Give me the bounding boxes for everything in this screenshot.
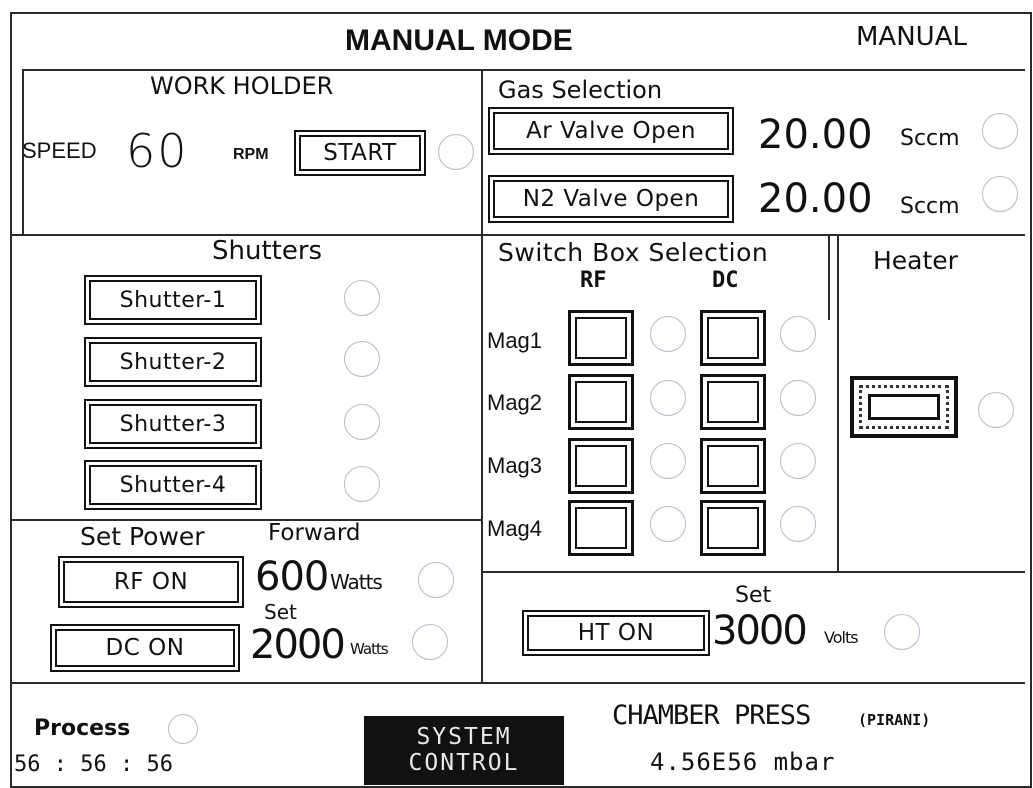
forward-label: Forward — [268, 520, 361, 546]
work-holder-title: WORK HOLDER — [150, 72, 334, 100]
speed-value: 60 — [126, 124, 189, 178]
ht-on-label: HT ON — [527, 615, 705, 651]
switch-box-title: Switch Box Selection — [498, 238, 769, 267]
mag-1-dc-indicator — [780, 316, 816, 352]
rf-on-label: RF ON — [63, 561, 239, 603]
start-indicator — [438, 134, 474, 170]
set-label: Set — [264, 600, 297, 624]
heater-indicator — [978, 392, 1014, 428]
set-power-title: Set Power — [80, 522, 205, 551]
ar-flow-value: 20.00 — [758, 112, 873, 158]
start-button[interactable]: START — [294, 130, 426, 176]
mag-2-label: Mag2 — [487, 390, 543, 415]
shutter-1-indicator — [344, 280, 380, 316]
ar-valve-label: Ar Valve Open — [493, 112, 729, 150]
rf-column-label: RF — [580, 268, 607, 293]
rf-on-button[interactable]: RF ON — [58, 556, 244, 608]
chamber-press-label: CHAMBER PRESS — [612, 700, 811, 731]
mag-1-rf-toggle[interactable] — [568, 310, 634, 366]
mag-4-rf-indicator — [650, 506, 686, 542]
shutter-4-label: Shutter-4 — [89, 465, 257, 505]
ht-on-button[interactable]: HT ON — [522, 610, 710, 656]
chamber-press-sub: (PIRANI) — [858, 711, 931, 729]
start-button-label: START — [299, 135, 421, 171]
n2-valve-label: N2 Valve Open — [493, 180, 729, 218]
mag-4-label: Mag4 — [487, 516, 543, 541]
ht-set-label: Set — [735, 583, 772, 608]
n2-valve-button[interactable]: N2 Valve Open — [488, 175, 734, 223]
mag-2-rf-toggle[interactable] — [568, 374, 634, 430]
process-label: Process — [34, 716, 131, 741]
shutter-1-label: Shutter-1 — [89, 280, 257, 320]
process-indicator — [168, 714, 198, 744]
divider — [482, 571, 1025, 573]
divider — [12, 519, 482, 521]
dc-on-label: DC ON — [55, 629, 235, 667]
dc-power-unit: Watts — [350, 640, 389, 658]
shutter-3-indicator — [344, 404, 380, 440]
divider — [481, 69, 483, 683]
divider — [837, 234, 839, 572]
mag-4-rf-toggle[interactable] — [568, 500, 634, 556]
ht-voltage-unit: Volts — [824, 628, 859, 647]
shutters-title: Shutters — [212, 236, 323, 266]
rf-power-value: 600 — [255, 554, 329, 600]
shutter-2-indicator — [344, 341, 380, 377]
n2-flow-unit: Sccm — [900, 194, 960, 219]
mag-2-rf-indicator — [650, 380, 686, 416]
chamber-press-value: 4.56E56 mbar — [650, 748, 836, 776]
mag-3-dc-toggle[interactable] — [700, 438, 766, 494]
mag-1-rf-indicator — [650, 316, 686, 352]
ht-voltage-value: 3000 — [712, 608, 808, 654]
mag-2-dc-toggle[interactable] — [700, 374, 766, 430]
page-title: MANUAL MODE — [345, 24, 573, 57]
system-control-line1: SYSTEM — [416, 724, 512, 750]
ar-valve-button[interactable]: Ar Valve Open — [488, 107, 734, 155]
ht-indicator — [884, 614, 920, 650]
n2-indicator — [982, 176, 1018, 212]
process-time: 56 : 56 : 56 — [14, 752, 173, 777]
rf-power-unit: Watts — [330, 570, 383, 594]
divider — [22, 69, 1025, 71]
heater-toggle-button[interactable] — [850, 376, 958, 438]
mag-2-dc-indicator — [780, 380, 816, 416]
shutter-2-label: Shutter-2 — [89, 342, 257, 382]
dc-column-label: DC — [712, 268, 739, 293]
mag-3-rf-toggle[interactable] — [568, 438, 634, 494]
dc-on-button[interactable]: DC ON — [50, 624, 240, 672]
ar-indicator — [982, 113, 1018, 149]
speed-unit: RPM — [233, 146, 269, 163]
dc-power-value: 2000 — [250, 622, 346, 668]
system-control-button[interactable]: SYSTEM CONTROL — [364, 716, 564, 785]
mag-3-rf-indicator — [650, 443, 686, 479]
shutter-3-label: Shutter-3 — [89, 404, 257, 444]
mag-3-dc-indicator — [780, 443, 816, 479]
n2-flow-value: 20.00 — [758, 176, 873, 222]
gas-title: Gas Selection — [498, 76, 663, 104]
shutter-2-button[interactable]: Shutter-2 — [84, 337, 262, 387]
mag-1-dc-toggle[interactable] — [700, 310, 766, 366]
mag-4-dc-indicator — [780, 506, 816, 542]
shutter-1-button[interactable]: Shutter-1 — [84, 275, 262, 325]
rf-power-indicator — [418, 562, 454, 598]
mag-4-dc-toggle[interactable] — [700, 500, 766, 556]
speed-label: SPEED — [22, 138, 97, 163]
mode-label: MANUAL — [856, 22, 967, 52]
divider — [828, 234, 830, 320]
shutter-4-button[interactable]: Shutter-4 — [84, 460, 262, 510]
dc-power-indicator — [412, 624, 448, 660]
mag-1-label: Mag1 — [487, 328, 543, 353]
ar-flow-unit: Sccm — [900, 126, 960, 151]
mag-3-label: Mag3 — [487, 453, 543, 478]
system-control-line2: CONTROL — [408, 750, 520, 776]
divider — [12, 682, 1025, 684]
shutter-3-button[interactable]: Shutter-3 — [84, 399, 262, 449]
heater-title: Heater — [873, 246, 958, 275]
divider — [12, 234, 1025, 236]
shutter-4-indicator — [344, 466, 380, 502]
